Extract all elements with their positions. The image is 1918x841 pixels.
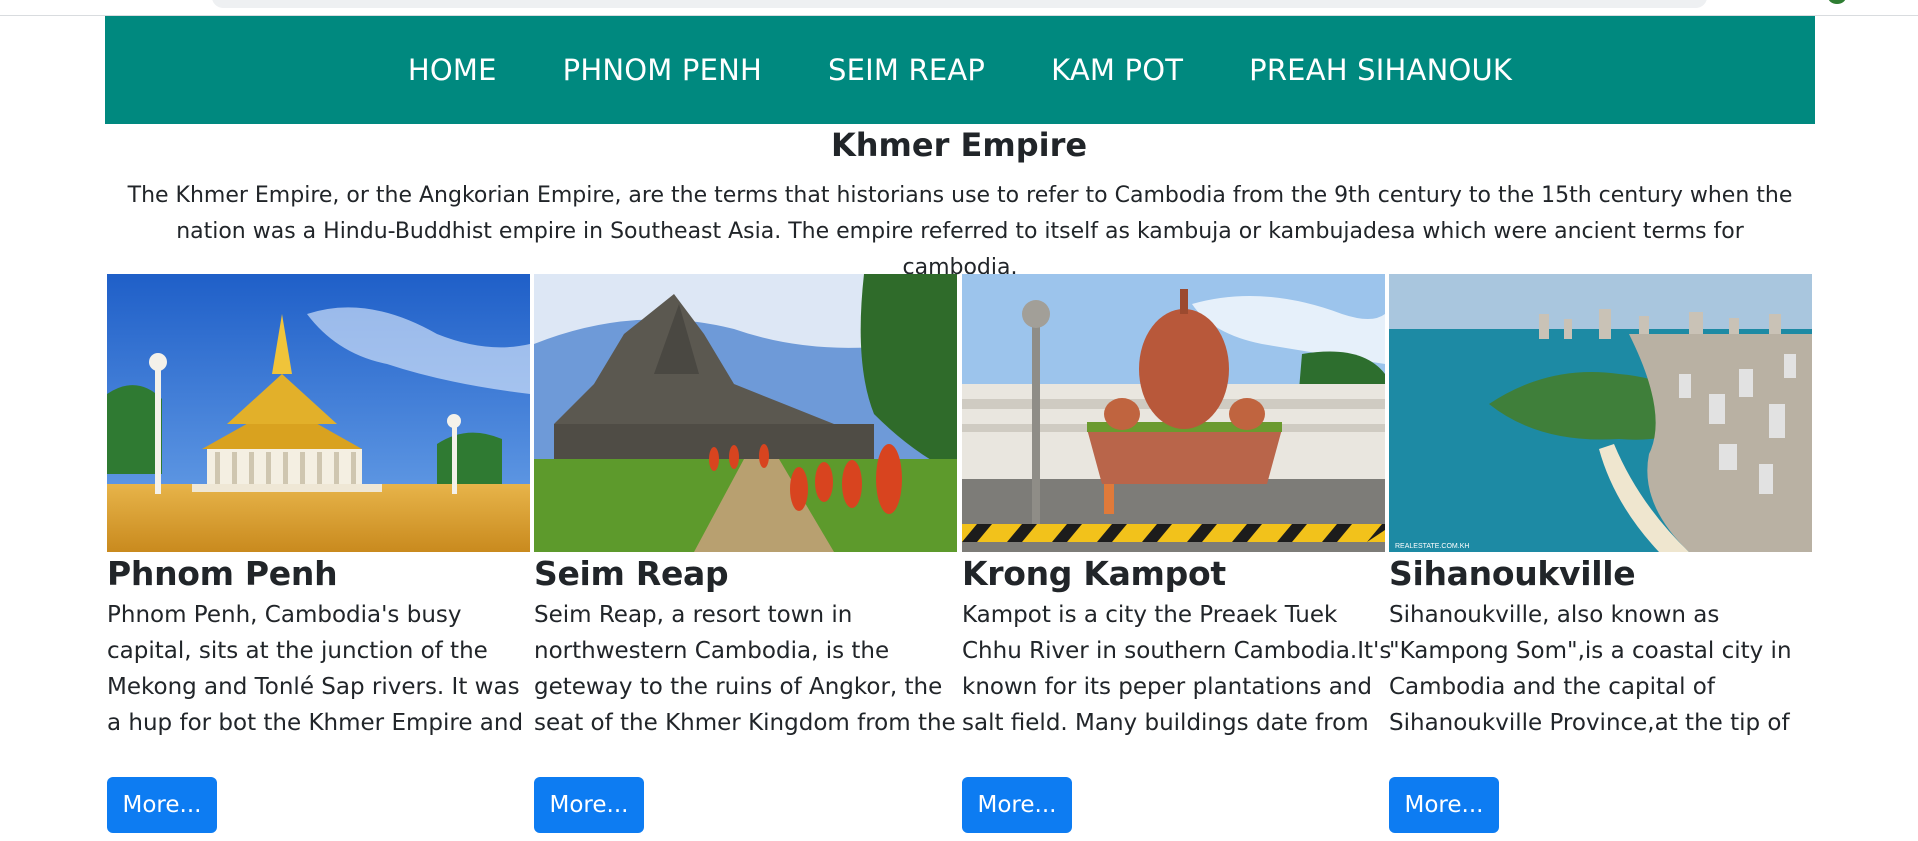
coastal-city-image: REALESTATE.COM.KH [1389,274,1812,552]
more-button[interactable]: More... [962,777,1072,833]
card-title: Seim Reap [534,554,729,593]
angkor-temple-image [534,274,957,552]
more-button[interactable]: More... [107,777,217,833]
nav-phnom-penh[interactable]: PHNOM PENH [563,55,762,85]
royal-palace-image [107,274,530,552]
nav-home[interactable]: HOME [408,55,497,85]
card-description: Seim Reap, a resort town in northwestern… [534,602,956,736]
card-title: Phnom Penh [107,554,338,593]
nav-preah-sihanouk[interactable]: PREAH SIHANOUK [1249,55,1512,85]
more-button[interactable]: More... [534,777,644,833]
page-title: Khmer Empire [830,126,1088,164]
card-phnom-penh: Phnom Penh Phnom Penh, Cambodia's busy c… [107,274,530,833]
image-watermark: REALESTATE.COM.KH [1395,543,1469,550]
card-sihanoukville: REALESTATE.COM.KH Sihanoukville Sihanouk… [1389,274,1812,833]
more-button[interactable]: More... [1389,777,1499,833]
nav-kam-pot[interactable]: KAM POT [1051,55,1183,85]
nav-seim-reap[interactable]: SEIM REAP [828,55,985,85]
intro-paragraph: The Khmer Empire, or the Angkorian Empir… [127,183,1793,280]
card-seim-reap: Seim Reap Seim Reap, a resort town in no… [534,274,957,833]
address-bar-edge [212,0,1707,8]
card-description: Kampot is a city the Preaek Tuek Chhu Ri… [962,602,1392,736]
browser-top-strip [0,0,1918,16]
card-title: Sihanoukville [1389,554,1636,593]
card-krong-kampot: Krong Kampot Kampot is a city the Preaek… [962,274,1391,833]
profile-avatar-icon [1828,0,1846,4]
city-cards: Phnom Penh Phnom Penh, Cambodia's busy c… [107,274,1814,841]
card-description: Phnom Penh, Cambodia's busy capital, sit… [107,602,524,736]
card-description: Sihanoukville, also known as "Kampong So… [1389,602,1792,736]
card-title: Krong Kampot [962,554,1226,593]
durian-roundabout-image [962,274,1385,552]
main-navbar: HOME PHNOM PENH SEIM REAP KAM POT PREAH … [105,16,1815,124]
